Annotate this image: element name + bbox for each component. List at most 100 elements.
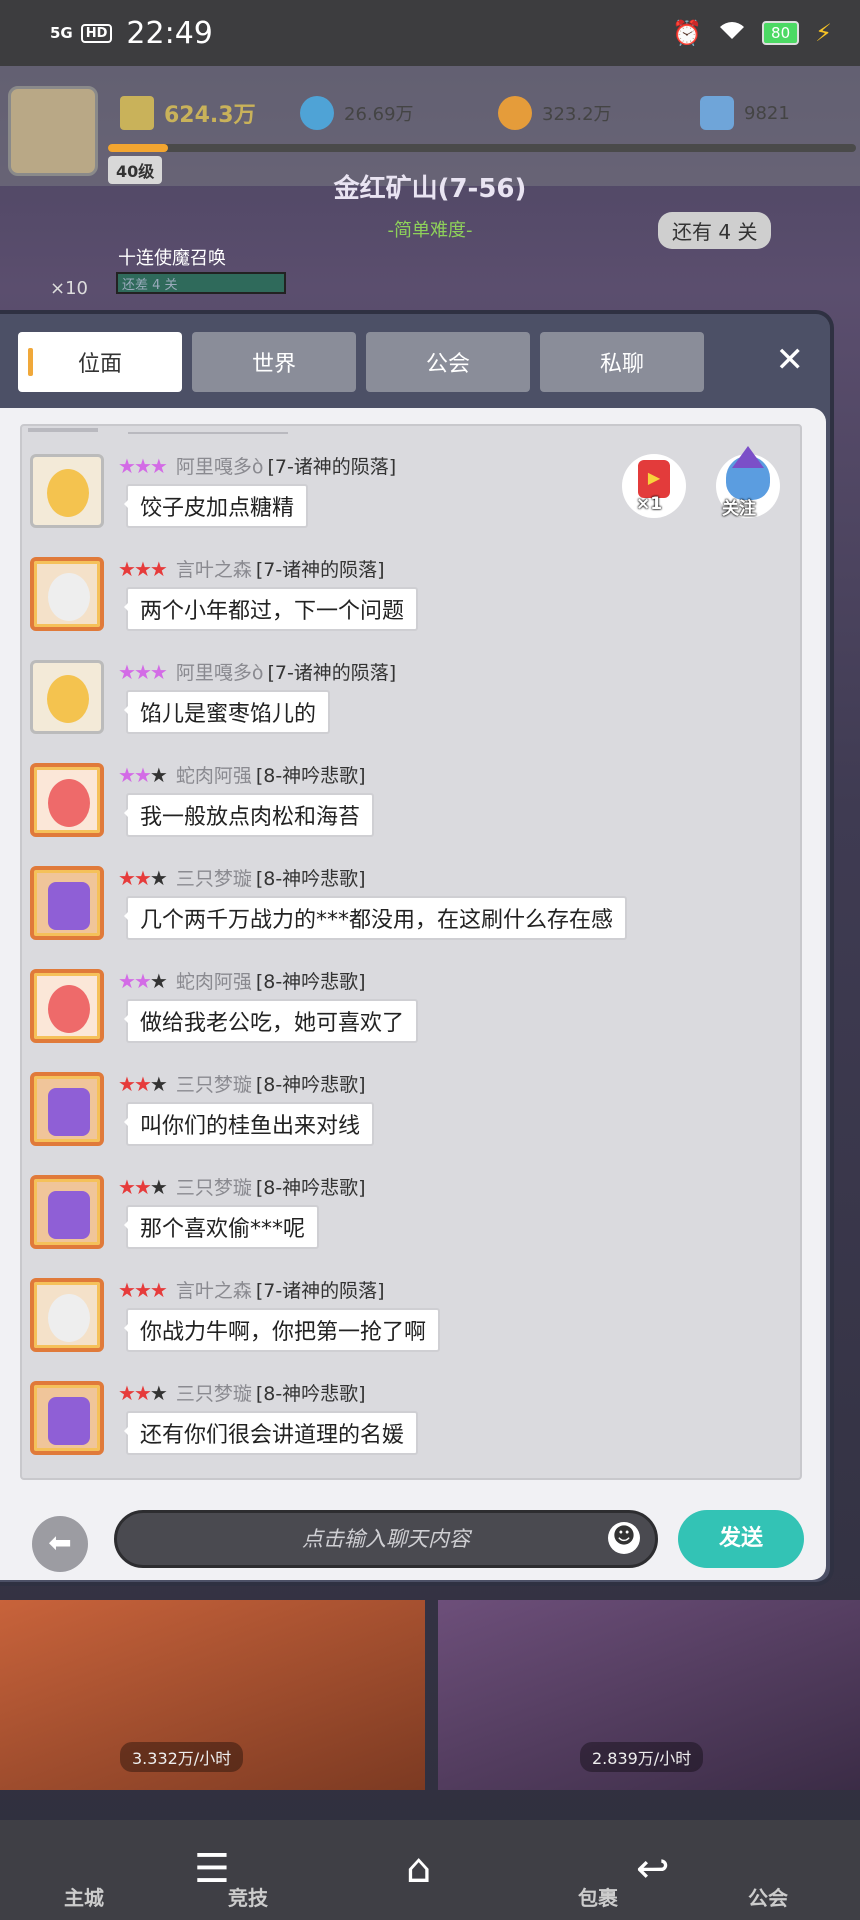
star-icon: ★ (118, 762, 136, 787)
star-icon: ★ (149, 762, 168, 787)
star-icon: ★ (133, 1071, 152, 1096)
star-icon: ★ (133, 865, 152, 890)
gem-icon (700, 96, 734, 130)
sender-name[interactable]: 三只梦璇 (176, 1070, 252, 1097)
rank-stars: ★★★ (118, 659, 168, 684)
back-arrow-icon[interactable]: ⬅ (32, 1516, 88, 1572)
sender-name[interactable]: 言叶之森 (176, 1276, 252, 1303)
chat-input[interactable]: 点击输入聊天内容 (114, 1510, 658, 1568)
rank-stars: ★★★ (118, 1071, 168, 1096)
power-stat: 624.3万 (120, 96, 256, 130)
sender-server: [8-神吟悲歌] (255, 868, 366, 890)
chat-input-row: ⬅ 点击输入聊天内容 ☻ 发送 (0, 1506, 826, 1572)
message-header: ★★★ 三只梦璇 [8-神吟悲歌] (118, 1173, 366, 1200)
star-icon: ★ (118, 1380, 136, 1405)
rank-stars: ★★★ (118, 556, 168, 581)
hd-badge: HD (80, 23, 113, 43)
follow-button[interactable]: 关注 (716, 446, 780, 519)
message-bubble: 做给我老公吃，她可喜欢了 (123, 999, 419, 1043)
sender-avatar[interactable] (30, 1278, 104, 1352)
signal-icon: 5G (50, 24, 73, 42)
chat-message: ★★★ 蛇肉阿强 [8-神吟悲歌] 做给我老公吃，她可喜欢了 (30, 955, 650, 1045)
summon-banner[interactable]: 十连使魔召唤 ×10 还差 4 关 (0, 232, 300, 306)
star-icon: ★ (133, 968, 152, 993)
chat-message: ★★★ 三只梦璇 [8-神吟悲歌] 叫你们的桂鱼出来对线 (30, 1058, 650, 1148)
close-icon[interactable]: ✕ (776, 340, 805, 380)
chat-panel: 位面 世界 公会 私聊 ✕ ▶ ×1 关注 ★★★ 阿里嘎多ὸ [7-诸神的陨落] 饺… (0, 310, 834, 1586)
sender-name[interactable]: 阿里嘎多ὸ (176, 452, 264, 479)
home-icon[interactable]: ⌂ (406, 1846, 431, 1892)
message-header: ★★★ 阿里嘎多ὸ [7-诸神的陨落] (118, 452, 396, 479)
player-avatar[interactable] (8, 86, 98, 176)
star-icon: ★ (133, 1174, 152, 1199)
sender-name[interactable]: 蛇肉阿强 (176, 761, 252, 788)
sender-avatar[interactable] (30, 1072, 104, 1146)
star-icon: ★ (133, 762, 152, 787)
star-icon: ★ (133, 1380, 152, 1405)
star-icon: ★ (149, 453, 168, 478)
tab-private[interactable]: 私聊 (540, 332, 704, 392)
chat-message: ★★★ 三只梦璇 [8-神吟悲歌] 那个喜欢偷***呢 (30, 1161, 650, 1251)
star-icon: ★ (118, 659, 136, 684)
star-icon: ★ (133, 453, 152, 478)
star-icon: ★ (133, 1277, 152, 1302)
message-list[interactable]: ▶ ×1 关注 ★★★ 阿里嘎多ὸ [7-诸神的陨落] 饺子皮加点糖精 ★★★ 言叶之森[… (20, 424, 802, 1480)
star-icon: ★ (149, 865, 168, 890)
rank-stars: ★★★ (118, 1277, 168, 1302)
gold-coin-icon (498, 96, 532, 130)
sender-server: [7-诸神的陨落] (267, 456, 397, 478)
message-header: ★★★ 三只梦璇 [8-神吟悲歌] (118, 1070, 366, 1097)
message-header: ★★★ 言叶之森 [7-诸神的陨落] (118, 1276, 385, 1303)
star-icon: ★ (149, 968, 168, 993)
sender-avatar[interactable] (30, 454, 104, 528)
star-icon: ★ (118, 1071, 136, 1096)
star-icon: ★ (118, 865, 136, 890)
tab-plane[interactable]: 位面 (18, 332, 182, 392)
gem-stat: 9821 (700, 96, 790, 130)
send-button[interactable]: 发送 (678, 1510, 804, 1568)
star-icon: ★ (149, 1380, 168, 1405)
tab-guild[interactable]: 公会 (366, 332, 530, 392)
sender-name[interactable]: 三只梦璇 (176, 1173, 252, 1200)
rank-stars: ★★★ (118, 968, 168, 993)
chat-message: ★★★ 阿里嘎多ὸ [7-诸神的陨落] 馅儿是蜜枣馅儿的 (30, 646, 650, 736)
sender-name[interactable]: 蛇肉阿强 (176, 967, 252, 994)
sender-server: [8-神吟悲歌] (255, 765, 366, 787)
water-drop-icon (300, 96, 334, 130)
sender-name[interactable]: 阿里嘎多ὸ (176, 658, 264, 685)
chat-message: ★★★ 三只梦璇 [8-神吟悲歌] 还有你们很会讲道理的名媛 (30, 1367, 650, 1457)
sender-server: [8-神吟悲歌] (255, 1177, 366, 1199)
charging-icon: ⚡ (815, 19, 832, 47)
sender-avatar[interactable] (30, 1381, 104, 1455)
gold-stat: 323.2万 (498, 96, 612, 130)
sender-avatar[interactable] (30, 969, 104, 1043)
chat-tabs: 位面 世界 公会 私聊 (18, 332, 704, 392)
star-icon: ★ (118, 556, 136, 581)
sender-name[interactable]: 言叶之森 (176, 555, 252, 582)
sender-server: [8-神吟悲歌] (255, 971, 366, 993)
star-icon: ★ (149, 556, 168, 581)
sender-avatar[interactable] (30, 660, 104, 734)
rank-stars: ★★★ (118, 1380, 168, 1405)
sender-name[interactable]: 三只梦璇 (176, 864, 252, 891)
sender-avatar[interactable] (30, 763, 104, 837)
message-bubble: 两个小年都过，下一个问题 (123, 587, 419, 631)
message-bubble: 那个喜欢偷***呢 (123, 1205, 320, 1249)
emoji-icon[interactable]: ☻ (608, 1522, 640, 1554)
chat-message: ★★★ 阿里嘎多ὸ [7-诸神的陨落] 饺子皮加点糖精 (30, 440, 650, 530)
star-icon: ★ (118, 1277, 136, 1302)
clock: 22:49 (126, 15, 213, 51)
menu-icon[interactable]: ☰ (194, 1846, 230, 1892)
water-stat: 26.69万 (300, 96, 414, 130)
sender-avatar[interactable] (30, 866, 104, 940)
sender-name[interactable]: 三只梦璇 (176, 1379, 252, 1406)
sender-avatar[interactable] (30, 557, 104, 631)
message-header: ★★★ 蛇肉阿强 [8-神吟悲歌] (118, 761, 366, 788)
back-icon[interactable]: ↩ (636, 1846, 670, 1892)
message-bubble: 饺子皮加点糖精 (123, 484, 309, 528)
star-icon: ★ (133, 659, 152, 684)
message-bubble: 叫你们的桂鱼出来对线 (123, 1102, 375, 1146)
star-icon: ★ (149, 1071, 168, 1096)
tab-world[interactable]: 世界 (192, 332, 356, 392)
sender-avatar[interactable] (30, 1175, 104, 1249)
